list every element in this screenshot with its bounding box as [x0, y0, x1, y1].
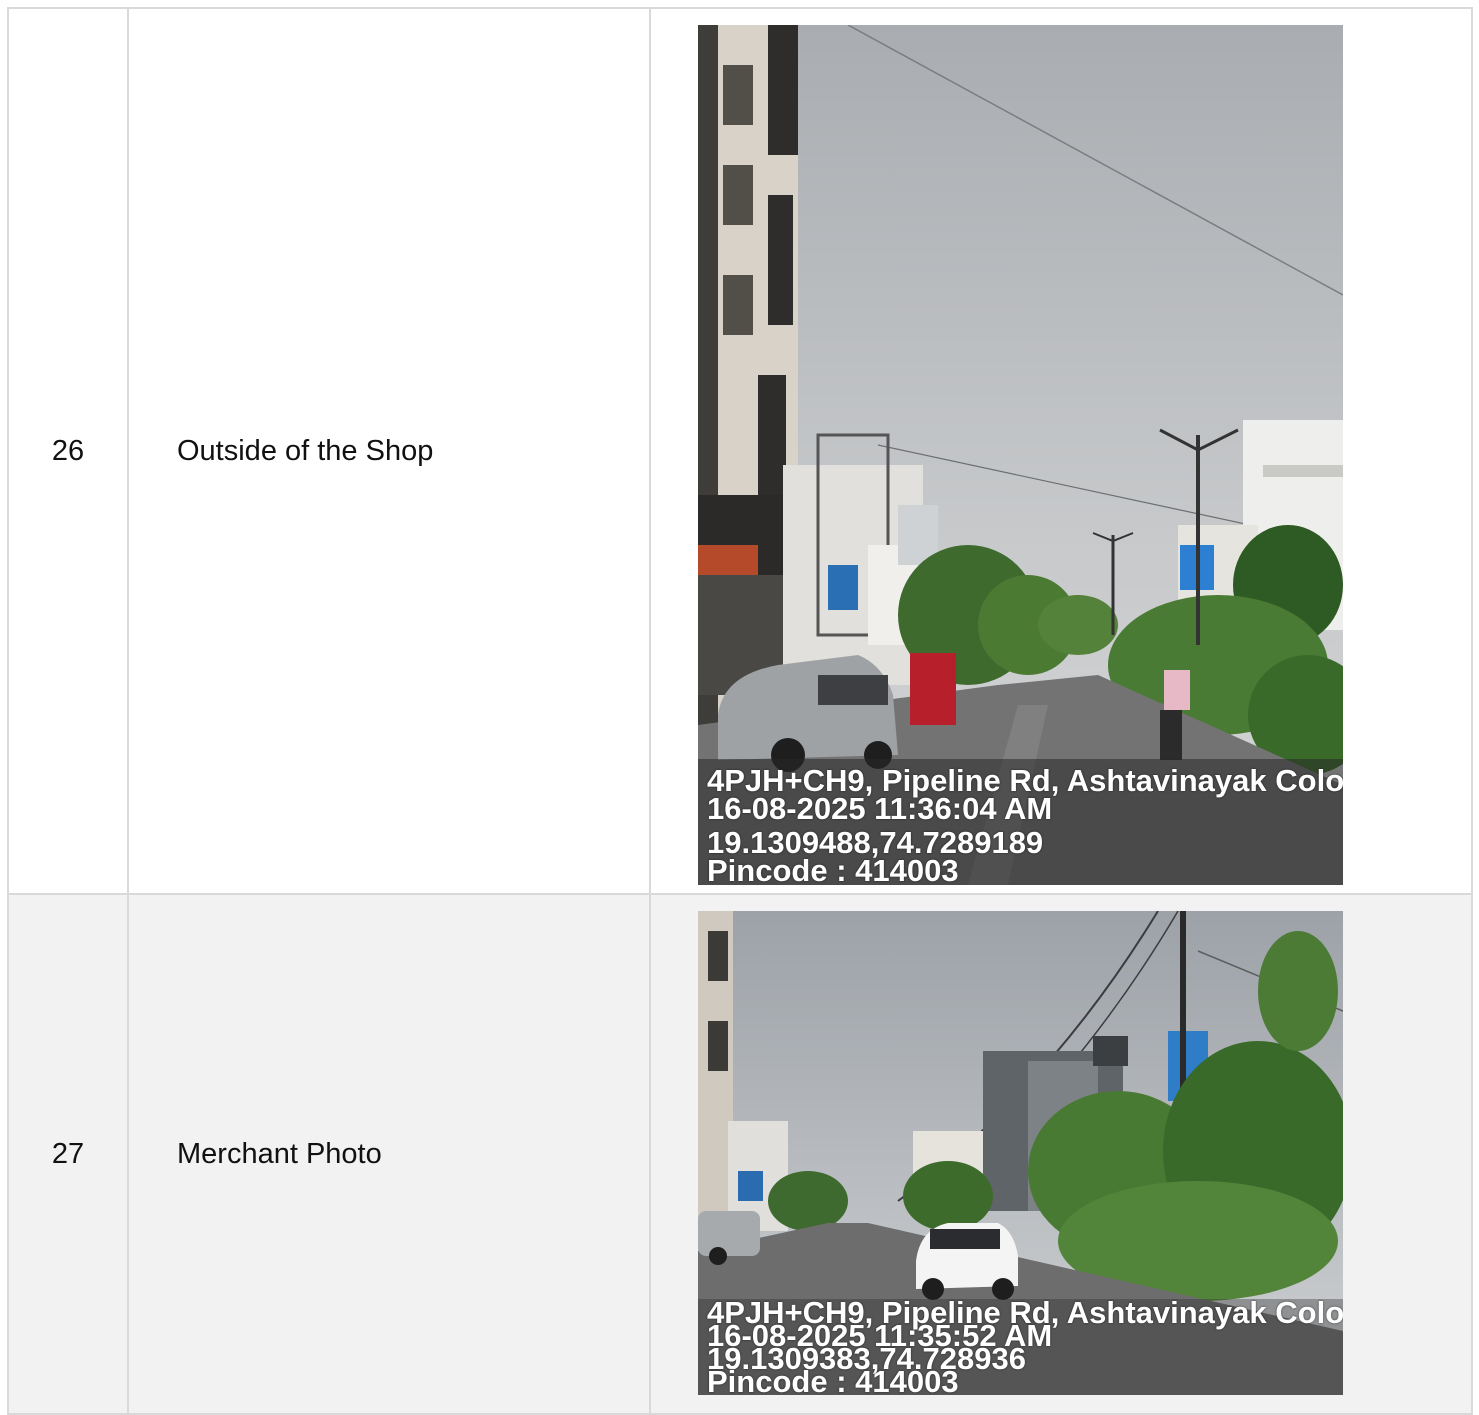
- geotag-datetime: 16-08-2025 11:36:04 AM: [707, 791, 1053, 826]
- geotag-overlay: 4PJH+CH9, Pipeline Rd, Ashtavinayak Colo…: [698, 1297, 1343, 1395]
- row-label: Merchant Photo: [127, 893, 651, 1415]
- table-row: 26 Outside of the Shop 4PJH+CH9, Pipelin…: [7, 7, 1473, 895]
- merchant-photo[interactable]: 4PJH+CH9, Pipeline Rd, Ashtavinayak Colo…: [698, 911, 1343, 1395]
- outside-shop-photo[interactable]: 4PJH+CH9, Pipeline Rd, Ashtavinayak Colo…: [698, 25, 1343, 885]
- report-table: 26 Outside of the Shop 4PJH+CH9, Pipelin…: [7, 7, 1473, 1415]
- street-scene-image: [698, 25, 1343, 885]
- geotag-overlay: 4PJH+CH9, Pipeline Rd, Ashtavinayak Colo…: [698, 759, 1343, 885]
- photo-cell: 4PJH+CH9, Pipeline Rd, Ashtavinayak Colo…: [649, 893, 1473, 1415]
- photo-cell: 4PJH+CH9, Pipeline Rd, Ashtavinayak Colo…: [649, 7, 1473, 895]
- row-number: 26: [7, 7, 129, 895]
- table-row: 27 Merchant Photo 4PJH+CH9, Pipeline Rd,…: [7, 893, 1473, 1415]
- row-number: 27: [7, 893, 129, 1415]
- row-label: Outside of the Shop: [127, 7, 651, 895]
- geotag-pincode: Pincode : 414003: [707, 853, 959, 885]
